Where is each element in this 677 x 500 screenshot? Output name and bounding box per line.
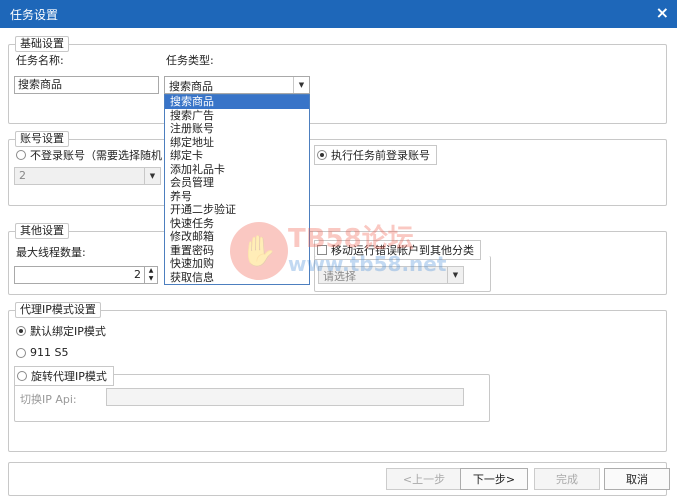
account-count-select[interactable]: 2 ▼ <box>14 167 161 185</box>
s5-label: 911 S5 <box>30 346 69 359</box>
category-select[interactable]: 请选择 ▼ <box>318 266 464 284</box>
task-name-input[interactable]: 搜索商品 <box>14 76 159 94</box>
s5-radio[interactable]: 911 S5 <box>16 346 68 359</box>
task-type-option[interactable]: 搜索广告 <box>165 109 309 123</box>
cancel-button[interactable]: 取消 <box>604 468 670 490</box>
basic-settings-legend: 基础设置 <box>15 36 69 52</box>
finish-button[interactable]: 完成 <box>534 468 600 490</box>
other-settings-legend: 其他设置 <box>15 223 69 239</box>
close-icon[interactable]: × <box>656 3 669 22</box>
category-placeholder: 请选择 <box>323 270 356 283</box>
checkbox-box <box>317 245 327 255</box>
task-type-option[interactable]: 会员管理 <box>165 176 309 190</box>
radio-circle <box>16 150 26 160</box>
radio-circle-selected <box>317 150 327 160</box>
task-type-option[interactable]: 注册账号 <box>165 122 309 136</box>
task-type-option[interactable]: 添加礼品卡 <box>165 163 309 177</box>
no-login-radio[interactable]: 不登录账号（需要选择随机 <box>16 147 162 163</box>
window-title: 任务设置 <box>10 8 59 22</box>
prev-step-button[interactable]: <上一步 <box>386 468 462 490</box>
login-before-radio[interactable]: 执行任务前登录账号 <box>314 145 437 165</box>
task-type-dropdown-list: 搜索商品 搜索广告 注册账号 绑定地址 绑定卡 添加礼品卡 会员管理 养号 开通二步验证 快速任务… <box>164 94 310 285</box>
radio-circle-selected <box>16 326 26 336</box>
no-login-label: 不登录账号（需要选择随机 <box>30 149 162 162</box>
task-type-option[interactable]: 修改邮箱 <box>165 230 309 244</box>
task-type-option[interactable]: 重置密码 <box>165 244 309 258</box>
next-step-button[interactable]: 下一步> <box>460 468 528 490</box>
task-type-select[interactable]: 搜索商品 ▼ <box>164 76 310 94</box>
task-type-option[interactable]: 绑定地址 <box>165 136 309 150</box>
task-type-option[interactable]: 获取信息 <box>165 271 309 285</box>
rotate-ip-label: 旋转代理IP模式 <box>31 370 107 383</box>
max-threads-input[interactable]: 2 <box>14 266 145 284</box>
radio-circle <box>16 347 26 358</box>
chevron-down-icon[interactable]: ▼ <box>293 77 309 93</box>
radio-circle <box>17 371 27 381</box>
task-settings-window: 任务设置 × 基础设置 任务名称: 搜索商品 任务类型: 搜索商品 ▼ 账号设置… <box>0 0 677 500</box>
title-bar: 任务设置 × <box>0 0 677 28</box>
default-ip-label: 默认绑定IP模式 <box>30 325 106 338</box>
task-type-option[interactable]: 搜索商品 <box>165 95 309 109</box>
task-type-option[interactable]: 开通二步验证 <box>165 203 309 217</box>
stepper-up-icon[interactable]: ▲ <box>145 267 157 275</box>
rotate-ip-radio[interactable]: 旋转代理IP模式 <box>14 366 114 386</box>
task-type-option[interactable]: 绑定卡 <box>165 149 309 163</box>
account-count-value: 2 <box>19 169 26 182</box>
switch-api-input[interactable] <box>106 388 464 406</box>
task-type-option[interactable]: 养号 <box>165 190 309 204</box>
login-before-label: 执行任务前登录账号 <box>331 149 430 162</box>
stepper-down-icon[interactable]: ▼ <box>145 275 157 283</box>
dialog-body: 基础设置 任务名称: 搜索商品 任务类型: 搜索商品 ▼ 账号设置 不登录账号（… <box>0 28 677 500</box>
max-threads-stepper[interactable]: ▲ ▼ <box>145 266 158 284</box>
default-ip-radio[interactable]: 默认绑定IP模式 <box>16 323 106 339</box>
task-type-selected: 搜索商品 <box>169 80 213 93</box>
task-type-label: 任务类型: <box>166 54 214 67</box>
max-threads-label: 最大线程数量: <box>16 246 86 259</box>
chevron-down-icon[interactable]: ▼ <box>144 168 160 184</box>
task-name-label: 任务名称: <box>16 54 64 67</box>
switch-api-label: 切换IP Api: <box>20 393 77 406</box>
account-settings-legend: 账号设置 <box>15 131 69 147</box>
proxy-settings-legend: 代理IP模式设置 <box>15 302 101 318</box>
chevron-down-icon[interactable]: ▼ <box>447 267 463 283</box>
task-type-option[interactable]: 快速任务 <box>165 217 309 231</box>
task-type-option[interactable]: 快速加购 <box>165 257 309 271</box>
